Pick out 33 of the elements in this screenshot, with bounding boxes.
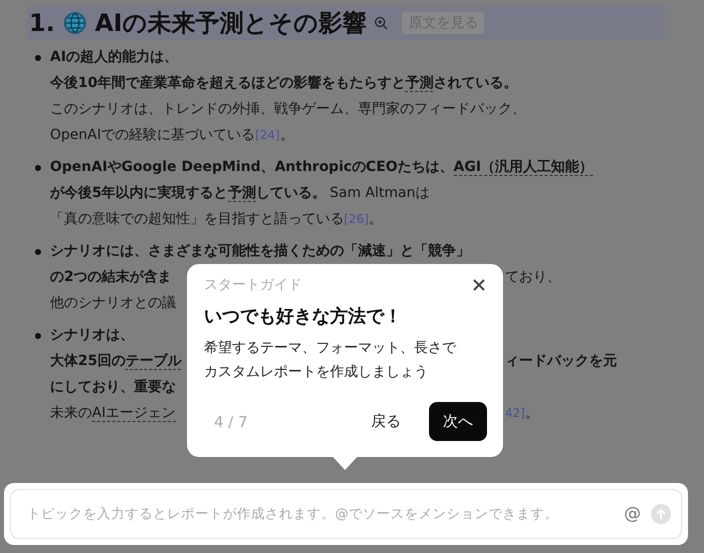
bullet-dot bbox=[35, 165, 41, 171]
back-button[interactable]: 戻る bbox=[361, 404, 411, 439]
close-icon bbox=[473, 279, 485, 291]
section-title: AIの未来予測とその影響 bbox=[94, 8, 366, 39]
bullet-text: このシナリオは、トレンドの外挿、戦争ゲーム、専門家のフィードバック、 bbox=[50, 100, 526, 118]
bullet-text: にしており、重要な bbox=[50, 378, 176, 396]
bullet-text: AIの超人的能力は、 bbox=[50, 48, 178, 66]
bullet-text: ており、 bbox=[505, 268, 561, 286]
bullet-text: ィードバックを元 bbox=[505, 352, 617, 370]
step-counter: 4 / 7 bbox=[214, 412, 249, 430]
next-button[interactable]: 次へ bbox=[429, 402, 487, 441]
guide-title: いつでも好きな方法で！ bbox=[204, 305, 403, 328]
guide-description: 希望するテーマ、フォーマット、長さで カスタムレポートを作成しましょう bbox=[204, 339, 458, 382]
topic-input-field[interactable]: トピックを入力するとレポートが作成されます。@でソースをメンションできます。 @ bbox=[10, 489, 682, 539]
bullet-dot bbox=[35, 249, 41, 255]
zoom-in-icon[interactable] bbox=[374, 16, 388, 30]
bullet-text: 今後10年間で産業革命を超えるほどの影響をもたらすと予測されている。 bbox=[50, 74, 518, 92]
bullet-text: が今後5年以内に実現すると 予測 している。 Sam Altmanは bbox=[50, 184, 430, 202]
bullet-text: シナリオには、さまざまな可能性を描くための「減速」と「競争」 bbox=[50, 242, 470, 260]
guide-label: スタートガイド bbox=[204, 276, 302, 294]
bullet-text: 他のシナリオとの議 bbox=[50, 294, 176, 312]
bullet-text: シナリオは、 bbox=[50, 326, 134, 344]
bullet-text: 大体25回のテーブル bbox=[50, 352, 182, 370]
globe-icon bbox=[62, 11, 87, 35]
bullet-text: OpenAIやGoogle DeepMind、AnthropicのCEOたちは、AGI（汎用人工知能） bbox=[50, 158, 594, 176]
bullet-text: 未来のAIエージェン bbox=[50, 404, 176, 422]
section-number: 1. bbox=[29, 9, 55, 37]
bullet-text: の2つの結末が含ま bbox=[50, 268, 172, 286]
arrow-up-icon bbox=[656, 508, 666, 520]
bullet-dot bbox=[35, 55, 41, 61]
bullet-dot bbox=[35, 333, 41, 339]
close-button[interactable] bbox=[471, 277, 487, 293]
mention-button[interactable]: @ bbox=[618, 504, 647, 524]
